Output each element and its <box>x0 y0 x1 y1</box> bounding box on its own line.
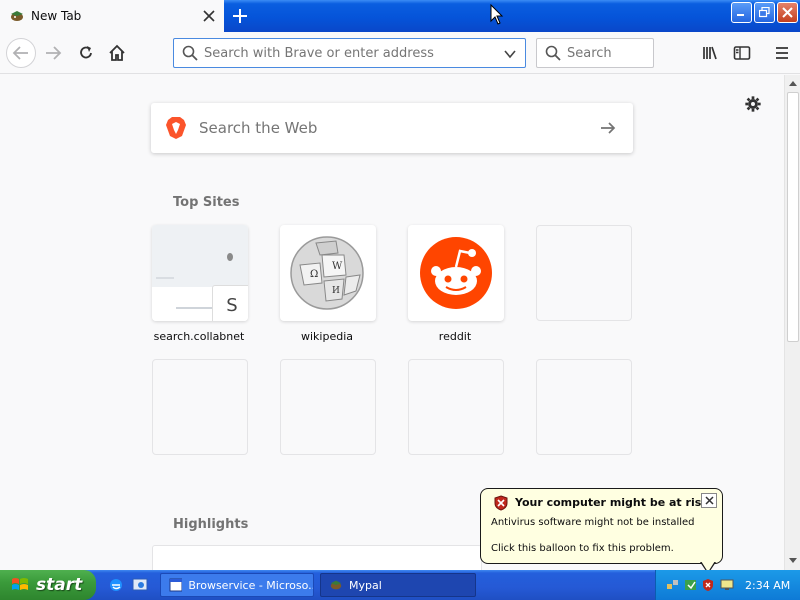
chevron-down-icon[interactable] <box>503 47 517 61</box>
search-icon <box>182 45 198 61</box>
vertical-scrollbar[interactable] <box>784 75 800 570</box>
top-site-tile-wikipedia[interactable]: Ω W И <box>280 225 376 321</box>
top-site-tile-empty[interactable] <box>408 359 504 455</box>
security-balloon[interactable]: Your computer might be at risk Antivirus… <box>480 488 723 564</box>
show-desktop-icon[interactable] <box>132 577 148 593</box>
restore-icon <box>759 7 770 18</box>
display-icon[interactable] <box>720 578 734 592</box>
reload-icon[interactable] <box>76 43 96 63</box>
top-site-tile-empty[interactable] <box>536 225 632 321</box>
restore-button[interactable] <box>754 2 775 23</box>
search-input[interactable] <box>567 45 647 61</box>
svg-text:Ω: Ω <box>310 269 318 280</box>
close-button[interactable] <box>777 2 798 23</box>
url-input[interactable] <box>204 45 504 61</box>
close-icon <box>704 496 714 505</box>
balloon-close-button[interactable] <box>701 493 717 508</box>
arrow-right-icon[interactable] <box>599 119 617 137</box>
back-arrow-icon <box>12 46 28 60</box>
url-bar[interactable] <box>173 38 526 68</box>
browservice-window-icon <box>169 578 183 592</box>
top-site-label: wikipedia <box>300 330 353 343</box>
balloon-message: Antivirus software might not be installe… <box>491 517 695 528</box>
gear-icon[interactable] <box>744 95 762 113</box>
nav-toolbar <box>0 32 800 74</box>
start-label: start <box>36 575 83 595</box>
top-site-label: reddit <box>438 330 472 343</box>
scroll-thumb[interactable] <box>787 92 799 342</box>
svg-text:И: И <box>332 286 340 296</box>
task-mypal[interactable]: Mypal <box>320 573 476 597</box>
scroll-up-arrow[interactable] <box>785 75 800 91</box>
top-site-tile-reddit[interactable] <box>408 225 504 321</box>
windows-logo-icon <box>12 578 28 590</box>
search-icon <box>545 45 561 61</box>
clock: 2:34 AM <box>745 579 791 592</box>
arrow-down-icon <box>789 558 797 563</box>
mouse-cursor-icon <box>490 4 504 25</box>
security-alert-icon[interactable] <box>701 578 715 592</box>
network-icon[interactable] <box>666 578 680 592</box>
scroll-down-arrow[interactable] <box>785 553 800 569</box>
plus-icon[interactable] <box>230 6 250 26</box>
highlights-title: Highlights <box>173 517 249 532</box>
system-tray: 2:34 AM <box>655 570 800 600</box>
forward-arrow-icon[interactable] <box>43 43 63 63</box>
top-site-tile-empty[interactable] <box>536 359 632 455</box>
top-site-tile-empty[interactable] <box>152 359 248 455</box>
task-label: Browservice - Microso... <box>188 578 313 592</box>
mypal-icon <box>330 580 342 590</box>
arrow-up-icon <box>789 81 797 86</box>
browser-screen: New Tab Search with Brave or enter addre… <box>0 0 800 600</box>
taskbar: start Browservice - Microso... Mypal 2:3… <box>0 570 800 600</box>
wikipedia-globe-icon: Ω W И <box>290 236 364 310</box>
update-icon[interactable] <box>684 578 698 592</box>
search-bar[interactable] <box>536 38 654 68</box>
back-button[interactable] <box>6 38 36 68</box>
balloon-title: Your computer might be at risk <box>515 496 709 509</box>
close-tab-icon[interactable] <box>202 9 216 23</box>
mypal-icon <box>11 11 23 21</box>
web-search-input[interactable] <box>199 119 579 137</box>
top-sites-title: Top Sites <box>173 195 240 210</box>
brave-logo-icon <box>166 117 186 139</box>
close-icon <box>782 7 793 18</box>
reddit-logo-icon <box>420 237 492 309</box>
task-browservice[interactable]: Browservice - Microso... <box>160 573 314 597</box>
window-controls <box>731 2 798 23</box>
internet-explorer-icon[interactable] <box>108 577 124 593</box>
tab-new-tab[interactable]: New Tab <box>0 0 224 32</box>
sidebar-icon[interactable] <box>732 43 752 63</box>
top-site-tile-empty[interactable] <box>280 359 376 455</box>
top-site-label: search.collabnet <box>153 330 245 343</box>
task-label: Mypal <box>349 578 382 592</box>
svg-text:W: W <box>332 261 343 272</box>
library-icon[interactable] <box>700 43 720 63</box>
menu-icon[interactable] <box>772 43 792 63</box>
site-badge: S <box>212 285 248 321</box>
minimize-icon <box>737 14 744 16</box>
top-site-tile-collabnet[interactable]: S <box>152 225 248 321</box>
start-button[interactable]: start <box>0 570 96 600</box>
balloon-instruction: Click this balloon to fix this problem. <box>491 543 674 554</box>
home-icon[interactable] <box>107 43 127 63</box>
title-bar: New Tab <box>0 0 800 32</box>
minimize-button[interactable] <box>731 2 752 23</box>
web-search-box[interactable] <box>151 103 633 153</box>
tab-title: New Tab <box>31 9 82 23</box>
security-shield-icon <box>494 495 508 511</box>
